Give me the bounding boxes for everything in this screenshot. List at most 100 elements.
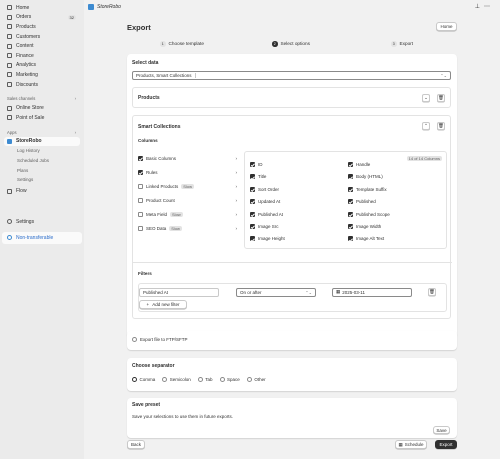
sidebar-item-orders[interactable]: Orders 32 [0, 13, 84, 23]
more-icon[interactable]: ⋯ [484, 4, 494, 10]
checkbox[interactable] [348, 199, 353, 205]
pin-icon[interactable]: ⊥ [475, 4, 484, 10]
non-transferable-banner[interactable]: Non-transferable [2, 231, 82, 244]
back-button[interactable]: Back [127, 440, 145, 449]
checkbox[interactable] [250, 174, 255, 180]
checkbox[interactable] [250, 186, 255, 192]
group-seo-data[interactable]: SEO Data Slow › [138, 226, 237, 231]
sidebar-sub-log-history[interactable]: Log History [0, 146, 84, 156]
checkbox[interactable] [138, 212, 143, 217]
column-option[interactable]: Image Src [250, 224, 279, 229]
group-product-count[interactable]: Product Count › [138, 198, 237, 203]
checkbox[interactable] [348, 186, 353, 192]
add-filter-button[interactable]: + Add new filter [139, 300, 187, 309]
sidebar-item-discounts[interactable]: Discounts [0, 80, 84, 90]
group-basic-columns[interactable]: Basic Columns › [138, 156, 237, 161]
delete-smart-collections-button[interactable]: 🗑 [437, 122, 445, 130]
group-rules[interactable]: Rules › [138, 170, 237, 175]
chevron-right-icon: › [235, 184, 238, 189]
checkbox[interactable] [132, 337, 137, 342]
trash-icon: 🗑 [438, 95, 444, 100]
filter-field-select[interactable]: Published At [139, 288, 219, 297]
checkbox[interactable] [250, 211, 255, 217]
collapse-smart-collections-button[interactable]: ⌃ [422, 122, 430, 130]
column-option[interactable]: Published Scope [348, 211, 390, 217]
chart-icon [7, 62, 12, 68]
checkbox[interactable] [250, 199, 255, 205]
sidebar-item-customers[interactable]: Customers [0, 32, 84, 42]
column-option[interactable]: Template Suffix [348, 186, 387, 192]
export-button[interactable]: Export [435, 440, 457, 449]
person-icon [7, 34, 12, 40]
delete-filter-button[interactable]: 🗑 [428, 288, 436, 296]
column-option[interactable]: Sort Order [250, 186, 279, 192]
sidebar-item-online-store[interactable]: Online Store [0, 103, 84, 113]
expand-products-button[interactable]: ⌄ [422, 94, 430, 102]
checkbox[interactable] [250, 162, 255, 167]
step-choose-template[interactable]: 1 Choose template [160, 41, 204, 47]
checkbox[interactable] [250, 236, 255, 242]
checkbox[interactable] [348, 162, 353, 167]
apps-heading[interactable]: Apps › [0, 128, 84, 137]
app-icon [7, 138, 12, 144]
radio-other[interactable]: Other [246, 377, 266, 383]
column-option[interactable]: Handle [348, 162, 370, 167]
sidebar-item-content[interactable]: Content [0, 41, 84, 51]
column-option[interactable]: Image Alt Text [348, 236, 384, 242]
storerobo-logo-icon [88, 3, 94, 10]
sidebar-sub-settings[interactable]: Settings [0, 175, 84, 185]
filter-operator-select[interactable]: On or after ⌃⌄ [236, 288, 316, 297]
column-option[interactable]: Updated At [250, 199, 280, 205]
radio-semicolon[interactable]: Semicolon [162, 377, 191, 383]
group-meta-field[interactable]: Meta Field Slow › [138, 212, 237, 217]
column-option[interactable]: Title [250, 174, 266, 180]
group-linked-products[interactable]: Linked Products Slow › [138, 184, 237, 189]
data-types-select[interactable]: Products, Smart Collections ⌃⌄ [132, 71, 451, 80]
delete-products-button[interactable]: 🗑 [437, 94, 445, 102]
chevron-down-icon: ⌄ [424, 95, 428, 100]
home-button[interactable]: Home [436, 22, 457, 31]
ftp-checkbox-row[interactable]: Export file to FTP/SFTP [132, 337, 188, 342]
sidebar-item-settings[interactable]: Settings [0, 217, 84, 227]
step-export[interactable]: 3 Export [391, 41, 413, 47]
sidebar-item-flow[interactable]: Flow [0, 187, 84, 197]
column-option[interactable]: Body (HTML) [348, 174, 383, 180]
column-option[interactable]: Image Height [250, 236, 285, 242]
radio-space[interactable]: Space [219, 377, 240, 383]
sidebar-item-analytics[interactable]: Analytics [0, 61, 84, 71]
save-preset-button[interactable]: Save [433, 426, 450, 434]
checkbox[interactable] [138, 156, 143, 161]
schedule-button[interactable]: ▦ Schedule [395, 440, 427, 449]
sidebar-sub-plans[interactable]: Plans [0, 165, 84, 175]
checkbox[interactable] [348, 211, 353, 217]
column-option[interactable]: Published At [250, 211, 283, 217]
step-select-options[interactable]: 2 Select options [272, 41, 310, 47]
chevron-right-icon: › [235, 226, 238, 231]
checkbox[interactable] [348, 236, 353, 242]
sidebar-item-marketing[interactable]: Marketing [0, 70, 84, 80]
sidebar-sub-scheduled-jobs[interactable]: Scheduled Jobs [0, 156, 84, 166]
column-option[interactable]: Published [348, 199, 376, 205]
checkbox[interactable] [138, 198, 143, 203]
filter-date-input[interactable]: ▦ 2025-03-11 [332, 288, 412, 297]
checkbox[interactable] [348, 224, 353, 229]
column-option[interactable]: ID [250, 162, 263, 167]
sidebar-item-storerobo[interactable]: StoreRobo [4, 136, 80, 147]
checkbox[interactable] [250, 224, 255, 229]
sidebar-item-finance[interactable]: Finance [0, 51, 84, 61]
sales-channels-heading[interactable]: Sales channels › [0, 94, 84, 103]
orders-icon [7, 14, 12, 20]
checkbox[interactable] [138, 170, 143, 175]
slow-badge: Slow [181, 184, 194, 189]
checkbox[interactable] [138, 184, 143, 189]
column-option[interactable]: Image Width [348, 224, 381, 229]
sidebar-item-home[interactable]: Home [0, 3, 84, 13]
checkbox[interactable] [348, 174, 353, 180]
smart-collections-section: Smart Collections ⌃ 🗑 Columns Basic Colu… [132, 115, 452, 319]
products-heading: Products [138, 95, 160, 101]
radio-tab[interactable]: Tab [197, 377, 213, 383]
sidebar-item-products[interactable]: Products [0, 22, 84, 32]
sidebar-item-point-of-sale[interactable]: Point of Sale [0, 113, 84, 123]
checkbox[interactable] [138, 226, 143, 231]
radio-comma[interactable]: Comma [132, 377, 155, 383]
